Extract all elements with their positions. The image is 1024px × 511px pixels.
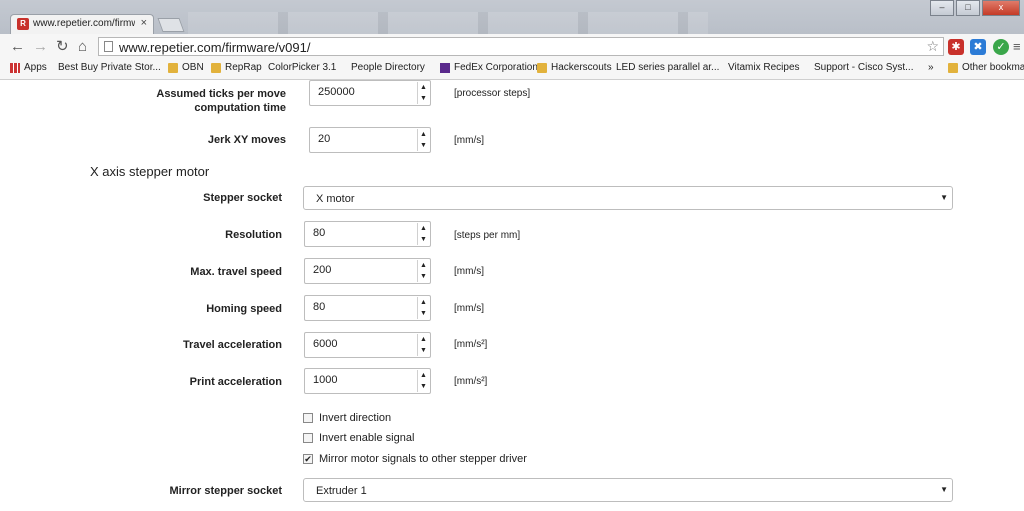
folder-icon xyxy=(948,62,958,73)
spinner-arrows-icon[interactable]: ▲ ▼ xyxy=(417,370,429,392)
bookmark-obn[interactable]: OBN xyxy=(168,62,204,73)
mirror-signals-checkbox[interactable]: ✔ Mirror motor signals to other stepper … xyxy=(303,453,527,465)
spinner-arrows-icon[interactable]: ▲ ▼ xyxy=(417,82,429,104)
homing-unit: [mm/s] xyxy=(454,303,484,314)
travel-accel-label: Travel acceleration xyxy=(182,339,282,351)
minimize-button[interactable]: – xyxy=(930,0,954,16)
address-bar[interactable]: www.repetier.com/firmware/v091/ ☆ xyxy=(98,37,944,56)
travel-accel-unit: [mm/s²] xyxy=(454,339,488,350)
folder-icon xyxy=(537,62,547,73)
print-accel-stepper[interactable]: 1000 ▲ ▼ xyxy=(304,368,431,394)
ticks-stepper[interactable]: 250000 ▲ ▼ xyxy=(309,80,431,106)
maximize-button[interactable]: □ xyxy=(956,0,980,16)
dropdown-caret-icon: ▼ xyxy=(940,193,948,202)
checkbox-checked-icon[interactable]: ✔ xyxy=(303,454,313,464)
background-tabs xyxy=(188,12,708,34)
extension-red-icon[interactable]: ✱ xyxy=(948,39,964,55)
spinner-arrows-icon[interactable]: ▲ ▼ xyxy=(417,297,429,319)
spinner-arrows-icon[interactable]: ▲ ▼ xyxy=(417,260,429,282)
reload-icon[interactable]: ↻ xyxy=(56,38,69,56)
extension-green-icon[interactable]: ✓ xyxy=(993,39,1009,55)
new-tab-button[interactable] xyxy=(157,18,185,32)
bookmark-cisco[interactable]: Support - Cisco Syst... xyxy=(814,62,913,73)
homing-stepper[interactable]: 80 ▲ ▼ xyxy=(304,295,431,321)
menu-icon[interactable]: ≡ xyxy=(1013,38,1021,56)
jerk-label: Jerk XY moves xyxy=(207,134,286,146)
resolution-unit: [steps per mm] xyxy=(454,230,521,241)
invert-direction-checkbox[interactable]: Invert direction xyxy=(303,412,391,424)
checkbox-unchecked-icon[interactable] xyxy=(303,413,313,423)
repetier-favicon-icon: R xyxy=(17,18,29,30)
bookmark-people-directory[interactable]: People Directory xyxy=(351,62,425,73)
bookmark-reprap[interactable]: RepRap xyxy=(211,62,262,73)
folder-icon xyxy=(168,62,178,73)
bookmarks-overflow[interactable]: » xyxy=(928,62,934,73)
bookmark-fedex[interactable]: FedEx Corporation xyxy=(440,62,538,73)
spinner-arrows-icon[interactable]: ▲ ▼ xyxy=(417,334,429,356)
ticks-unit: [processor steps] xyxy=(454,88,531,99)
home-icon[interactable]: ⌂ xyxy=(78,38,87,56)
max-travel-unit: [mm/s] xyxy=(454,266,484,277)
window-close-button[interactable]: x xyxy=(982,0,1020,16)
print-accel-label: Print acceleration xyxy=(189,376,282,388)
max-travel-stepper[interactable]: 200 ▲ ▼ xyxy=(304,258,431,284)
homing-label: Homing speed xyxy=(206,303,282,315)
bookmarks-bar: Apps Best Buy Private Stor... OBN RepRap… xyxy=(0,60,1024,80)
resolution-stepper[interactable]: 80 ▲ ▼ xyxy=(304,221,431,247)
window-controls: – □ x xyxy=(930,0,1020,16)
bookmark-apps[interactable]: Apps xyxy=(10,62,47,73)
bookmark-other[interactable]: Other bookmar xyxy=(948,62,1024,73)
bookmark-led-series[interactable]: LED series parallel ar... xyxy=(616,62,719,73)
fedex-icon xyxy=(440,62,450,73)
bookmark-hackerscouts[interactable]: Hackerscouts xyxy=(537,62,612,73)
extension-blue-icon[interactable]: ✖ xyxy=(970,39,986,55)
firmware-config-page: Assumed ticks per move computation time … xyxy=(0,80,1024,511)
travel-accel-stepper[interactable]: 6000 ▲ ▼ xyxy=(304,332,431,358)
tab-title: www.repetier.com/firmwa xyxy=(33,18,135,29)
section-title: X axis stepper motor xyxy=(90,164,210,179)
browser-toolbar: ← → ↻ ⌂ www.repetier.com/firmware/v091/ … xyxy=(0,34,1024,61)
checkbox-unchecked-icon[interactable] xyxy=(303,433,313,443)
ticks-label: Assumed ticks per move computation time xyxy=(156,88,286,114)
url-text: www.repetier.com/firmware/v091/ xyxy=(119,40,311,55)
mirror-socket-select[interactable]: Extruder 1 ▼ xyxy=(303,478,953,502)
stepper-socket-select[interactable]: X motor ▼ xyxy=(303,186,953,210)
tab-close-icon[interactable]: × xyxy=(141,17,147,29)
bookmark-star-icon[interactable]: ☆ xyxy=(926,38,939,55)
forward-arrow-icon[interactable]: → xyxy=(33,38,48,56)
spinner-arrows-icon[interactable]: ▲ ▼ xyxy=(417,223,429,245)
mirror-socket-label: Mirror stepper socket xyxy=(169,485,282,497)
jerk-unit: [mm/s] xyxy=(454,135,484,146)
max-travel-label: Max. travel speed xyxy=(190,266,282,278)
bookmark-best-buy[interactable]: Best Buy Private Stor... xyxy=(58,62,161,73)
apps-grid-icon xyxy=(10,62,20,73)
resolution-label: Resolution xyxy=(225,229,282,241)
back-arrow-icon[interactable]: ← xyxy=(10,38,25,56)
print-accel-unit: [mm/s²] xyxy=(454,376,488,387)
page-icon xyxy=(104,41,113,52)
browser-tab[interactable]: R www.repetier.com/firmwa × xyxy=(10,14,154,34)
stepper-socket-label: Stepper socket xyxy=(203,192,282,204)
invert-enable-checkbox[interactable]: Invert enable signal xyxy=(303,432,414,444)
jerk-stepper[interactable]: 20 ▲ ▼ xyxy=(309,127,431,153)
spinner-arrows-icon[interactable]: ▲ ▼ xyxy=(417,129,429,151)
folder-icon xyxy=(211,62,221,73)
tab-strip: R www.repetier.com/firmwa × – □ x xyxy=(0,0,1024,34)
dropdown-caret-icon: ▼ xyxy=(940,485,948,494)
bookmark-colorpicker[interactable]: ColorPicker 3.1 xyxy=(268,62,336,73)
bookmark-vitamix[interactable]: Vitamix Recipes xyxy=(728,62,800,73)
